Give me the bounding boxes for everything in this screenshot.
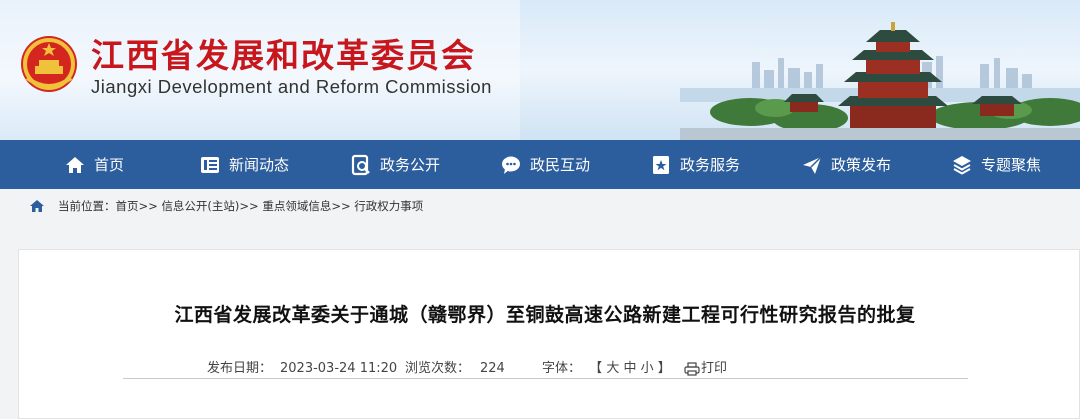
breadcrumb: 当前位置：首页>> 信息公开(主站)>> 重点领域信息>> 行政权力事项 xyxy=(0,189,1080,223)
breadcrumb-admin-power[interactable]: 行政权力事项 xyxy=(354,199,423,213)
main-nav: 首页 新闻动态 政务公开 政民互动 政务服务 政策发布 专题聚焦 xyxy=(0,140,1080,189)
nav-label: 政策发布 xyxy=(831,156,892,174)
breadcrumb-text: 当前位置：首页>> 信息公开(主站)>> 重点领域信息>> 行政权力事项 xyxy=(58,199,423,213)
nav-item-services[interactable]: 政务服务 xyxy=(650,140,740,189)
nav-label: 新闻动态 xyxy=(229,156,290,174)
document-icon xyxy=(351,154,370,175)
service-icon xyxy=(653,155,669,174)
nav-item-news[interactable]: 新闻动态 xyxy=(199,140,289,189)
breadcrumb-separator: >> xyxy=(239,199,259,213)
news-icon xyxy=(201,156,219,173)
nav-item-topics[interactable]: 专题聚焦 xyxy=(951,140,1041,189)
send-icon xyxy=(803,155,822,174)
view-count: 浏览次数： 224 xyxy=(405,361,505,377)
breadcrumb-prefix: 当前位置： xyxy=(58,199,116,213)
nav-item-home[interactable]: 首页 xyxy=(64,140,124,189)
breadcrumb-info-disclosure[interactable]: 信息公开(主站) xyxy=(161,199,239,213)
breadcrumb-home[interactable]: 首页 xyxy=(116,199,139,213)
article-panel xyxy=(18,249,1080,419)
breadcrumb-separator: >> xyxy=(138,199,158,213)
nav-item-policy[interactable]: 政策发布 xyxy=(801,140,891,189)
font-small-button[interactable]: 小 xyxy=(641,361,654,376)
nav-label: 政民互动 xyxy=(530,156,591,174)
publish-date-value: 2023-03-24 11:20 xyxy=(280,361,398,376)
breadcrumb-separator: >> xyxy=(331,199,351,213)
meta-divider xyxy=(123,378,968,379)
chat-icon xyxy=(502,156,520,174)
nav-label: 专题聚焦 xyxy=(981,156,1042,174)
font-bracket-close: 】 xyxy=(657,361,671,376)
print-icon xyxy=(684,362,700,376)
article-title: 江西省发展改革委关于通城（赣鄂界）至铜鼓高速公路新建工程可行性研究报告的批复 xyxy=(174,304,916,326)
home-icon xyxy=(66,156,84,173)
nav-label: 政务服务 xyxy=(680,156,741,174)
pavilion-scenery-image xyxy=(680,22,1080,140)
site-title: 江西省发展和改革委员会 xyxy=(91,36,476,75)
nav-item-interaction[interactable]: 政民互动 xyxy=(500,140,590,189)
view-count-label: 浏览次数： xyxy=(405,361,471,376)
national-emblem-icon xyxy=(21,36,77,92)
site-header: 江西省发展和改革委员会 Jiangxi Development and Refo… xyxy=(0,0,1080,140)
view-count-value: 224 xyxy=(480,361,505,376)
breadcrumb-home-icon xyxy=(30,200,44,212)
layers-icon xyxy=(953,155,971,175)
font-bracket-open: 【 xyxy=(589,361,603,376)
font-medium-button[interactable]: 中 xyxy=(623,361,636,376)
font-size-label: 字体： xyxy=(542,361,582,376)
font-size-switcher: 字体： 【 大 中 小 】 xyxy=(542,361,671,377)
nav-label: 政务公开 xyxy=(380,156,441,174)
print-button[interactable]: 打印 xyxy=(684,361,727,377)
print-label: 打印 xyxy=(701,361,728,376)
breadcrumb-key-areas[interactable]: 重点领域信息 xyxy=(262,199,331,213)
font-large-button[interactable]: 大 xyxy=(606,361,619,376)
nav-item-gov-affairs[interactable]: 政务公开 xyxy=(350,140,440,189)
site-subtitle: Jiangxi Development and Reform Commissio… xyxy=(91,76,492,97)
nav-label: 首页 xyxy=(94,156,125,174)
publish-date: 发布日期： 2023-03-24 11:20 xyxy=(207,361,397,377)
publish-date-label: 发布日期： xyxy=(207,361,273,376)
